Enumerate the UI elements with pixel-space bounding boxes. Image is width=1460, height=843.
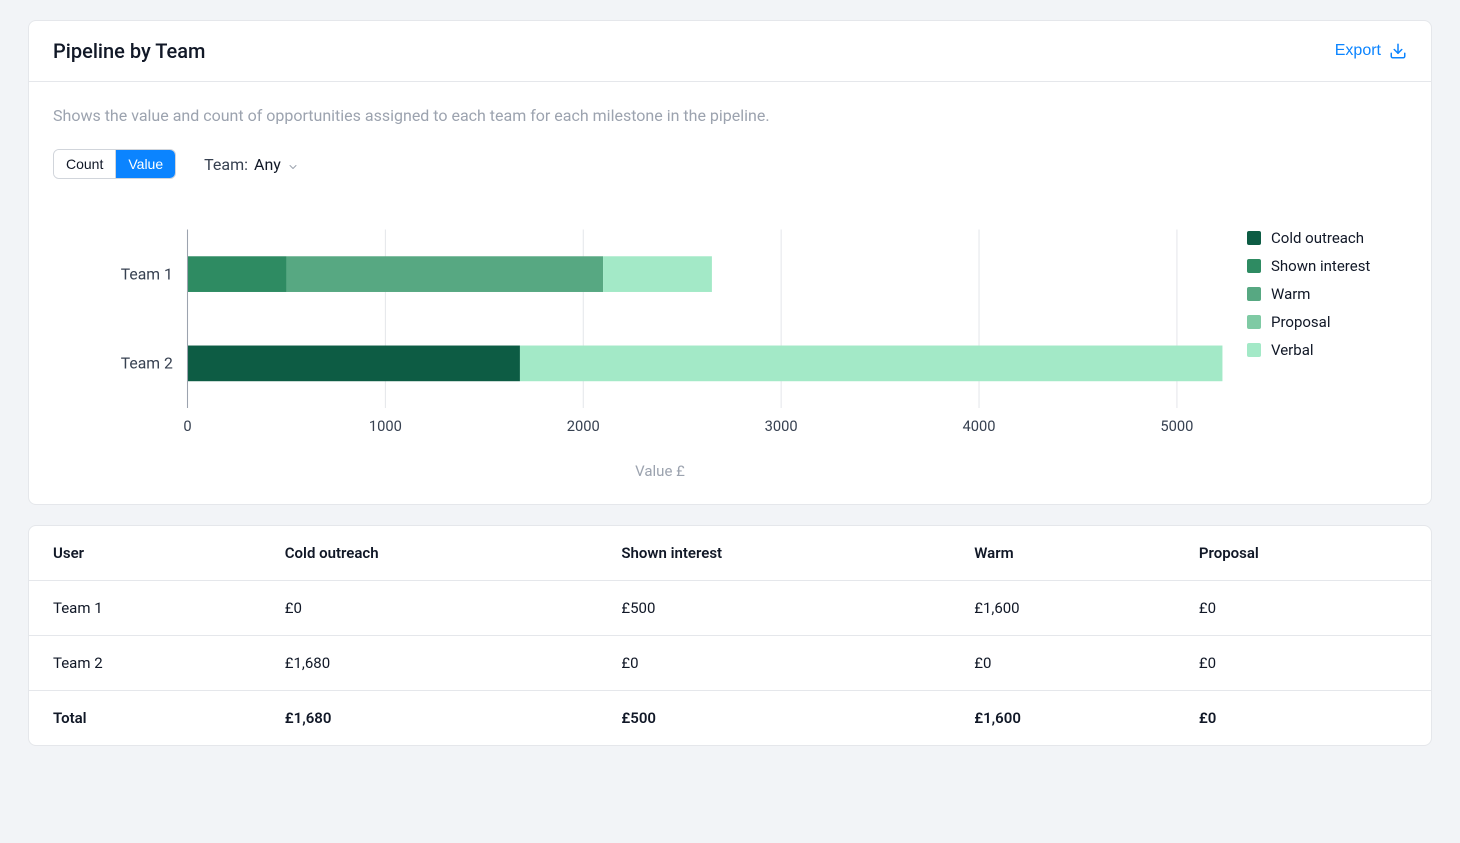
table-header-cell: Warm bbox=[950, 526, 1175, 581]
table-header-cell: Cold outreach bbox=[261, 526, 598, 581]
table-cell: £1,600 bbox=[950, 581, 1175, 636]
chart-description: Shows the value and count of opportuniti… bbox=[53, 106, 1407, 125]
controls-row: Count Value Team: Any bbox=[53, 149, 1407, 179]
table-cell: £1,600 bbox=[950, 691, 1175, 746]
pipeline-chart-card: Pipeline by Team Export Shows the value … bbox=[28, 20, 1432, 505]
svg-text:2000: 2000 bbox=[567, 417, 600, 435]
toggle-count-button[interactable]: Count bbox=[54, 150, 115, 178]
table-cell: £500 bbox=[597, 691, 950, 746]
legend-label: Cold outreach bbox=[1271, 229, 1364, 247]
team-filter-label: Team: bbox=[204, 155, 248, 174]
bar-segment bbox=[188, 346, 520, 382]
card-title: Pipeline by Team bbox=[53, 39, 205, 63]
table-cell: £0 bbox=[950, 636, 1175, 691]
table-row: Total£1,680£500£1,600£0 bbox=[29, 691, 1431, 746]
chart-legend: Cold outreach Shown interest Warm Proposal V… bbox=[1227, 219, 1407, 480]
bar-segment bbox=[520, 346, 1222, 382]
table-header-cell: Shown interest bbox=[597, 526, 950, 581]
export-label: Export bbox=[1335, 42, 1381, 60]
pipeline-table: UserCold outreachShown interestWarmPropo… bbox=[29, 526, 1431, 745]
card-header: Pipeline by Team Export bbox=[29, 21, 1431, 82]
legend-swatch bbox=[1247, 259, 1261, 273]
legend-label: Verbal bbox=[1271, 341, 1314, 359]
bar-segment bbox=[286, 256, 603, 292]
table-cell: £0 bbox=[1175, 691, 1431, 746]
bar-segment bbox=[188, 256, 287, 292]
table-cell: £0 bbox=[1175, 581, 1431, 636]
legend-item: Shown interest bbox=[1247, 257, 1407, 275]
x-axis-label: Value £ bbox=[93, 462, 1227, 480]
table-cell: £500 bbox=[597, 581, 950, 636]
table-header-cell: Proposal bbox=[1175, 526, 1431, 581]
legend-swatch bbox=[1247, 231, 1261, 245]
table-row: Team 1£0£500£1,600£0 bbox=[29, 581, 1431, 636]
table-cell: £0 bbox=[261, 581, 598, 636]
toggle-value-button[interactable]: Value bbox=[115, 150, 175, 178]
legend-label: Warm bbox=[1271, 285, 1310, 303]
svg-text:4000: 4000 bbox=[963, 417, 996, 435]
legend-label: Shown interest bbox=[1271, 257, 1370, 275]
legend-item: Verbal bbox=[1247, 341, 1407, 359]
export-button[interactable]: Export bbox=[1335, 42, 1407, 60]
legend-item: Warm bbox=[1247, 285, 1407, 303]
chevron-down-icon bbox=[287, 158, 299, 170]
count-value-toggle: Count Value bbox=[53, 149, 176, 179]
legend-swatch bbox=[1247, 315, 1261, 329]
bar-segment bbox=[603, 256, 712, 292]
table-cell: £0 bbox=[597, 636, 950, 691]
chart-area: 0 1000 2000 3000 4000 5000 Team 1 Team 2 Value … bbox=[53, 219, 1407, 480]
stacked-bar-chart: 0 1000 2000 3000 4000 5000 Team 1 Team 2 bbox=[93, 219, 1227, 450]
svg-text:Team 2: Team 2 bbox=[121, 354, 173, 373]
table-cell: Team 1 bbox=[29, 581, 261, 636]
table-row: Team 2£1,680£0£0£0 bbox=[29, 636, 1431, 691]
legend-swatch bbox=[1247, 343, 1261, 357]
download-icon bbox=[1389, 42, 1407, 60]
table-cell: £1,680 bbox=[261, 636, 598, 691]
legend-item: Proposal bbox=[1247, 313, 1407, 331]
table-cell: Total bbox=[29, 691, 261, 746]
svg-text:Team 1: Team 1 bbox=[121, 264, 173, 283]
pipeline-table-card: UserCold outreachShown interestWarmPropo… bbox=[28, 525, 1432, 746]
svg-text:5000: 5000 bbox=[1160, 417, 1193, 435]
team-filter-dropdown[interactable]: Team: Any bbox=[204, 155, 299, 174]
table-cell: £1,680 bbox=[261, 691, 598, 746]
table-cell: £0 bbox=[1175, 636, 1431, 691]
legend-label: Proposal bbox=[1271, 313, 1330, 331]
svg-text:1000: 1000 bbox=[369, 417, 402, 435]
card-body: Shows the value and count of opportuniti… bbox=[29, 82, 1431, 504]
legend-swatch bbox=[1247, 287, 1261, 301]
svg-text:3000: 3000 bbox=[765, 417, 798, 435]
legend-item: Cold outreach bbox=[1247, 229, 1407, 247]
table-cell: Team 2 bbox=[29, 636, 261, 691]
svg-text:0: 0 bbox=[183, 417, 191, 435]
table-header-cell: User bbox=[29, 526, 261, 581]
team-filter-value: Any bbox=[254, 155, 281, 174]
